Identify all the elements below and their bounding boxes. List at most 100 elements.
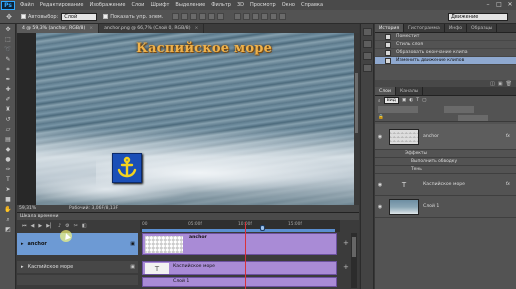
add-media-icon[interactable]: +: [343, 239, 349, 247]
stamp-tool-icon[interactable]: ♜: [2, 105, 14, 114]
layer-name[interactable]: anchor: [423, 134, 439, 139]
filter-shape-icon[interactable]: ▢: [422, 98, 426, 103]
crop-tool-icon[interactable]: ⌗: [2, 65, 14, 74]
tab-channels[interactable]: Каналы: [396, 87, 424, 95]
menu-window[interactable]: Окно: [279, 2, 298, 8]
close-icon[interactable]: ×: [89, 26, 93, 31]
zoom-tool-icon[interactable]: ⌕: [2, 215, 14, 224]
clip-anchor[interactable]: anchor: [142, 233, 337, 255]
show-controls-checkbox[interactable]: [103, 14, 109, 19]
fx-icon[interactable]: fx: [506, 182, 510, 187]
camera-icon[interactable]: ▣: [498, 81, 503, 87]
trash-icon[interactable]: 🗑: [506, 81, 512, 87]
track-header-anchor[interactable]: ▸ anchor ▣: [17, 233, 138, 255]
distribute-left-icon[interactable]: [261, 13, 269, 20]
film-icon[interactable]: ▣: [130, 264, 135, 270]
clip-layer1[interactable]: Слой 1: [142, 277, 337, 287]
layer-row-layer1[interactable]: ◉ Слой 1: [375, 196, 516, 218]
color-swatches-icon[interactable]: ◩: [2, 225, 14, 234]
next-frame-icon[interactable]: ▶▏: [46, 223, 54, 229]
zoom-level[interactable]: 59,31%: [17, 206, 39, 211]
eraser-tool-icon[interactable]: ▱: [2, 125, 14, 134]
transition-icon[interactable]: ◧: [82, 223, 87, 229]
dodge-tool-icon[interactable]: ●: [2, 155, 14, 164]
eyedropper-tool-icon[interactable]: ✒: [2, 75, 14, 84]
align-center-icon[interactable]: [208, 13, 216, 20]
audio-icon[interactable]: ♪: [58, 223, 61, 229]
playhead-handle[interactable]: [260, 225, 265, 231]
filter-adjust-icon[interactable]: ◐: [409, 98, 413, 103]
align-left-icon[interactable]: [199, 13, 207, 20]
snapshot-icon[interactable]: ◫: [490, 81, 495, 87]
track-header-sea[interactable]: ▸ Каспийское море ▣: [17, 261, 138, 273]
timeline-scrollbar[interactable]: [351, 233, 357, 288]
distribute-middle-icon[interactable]: [243, 13, 251, 20]
history-item[interactable]: Поместит: [375, 33, 516, 41]
layer-row-anchor[interactable]: ◉ anchor fx: [375, 124, 516, 150]
blend-mode-select[interactable]: [378, 106, 418, 113]
play-icon[interactable]: ▶: [38, 223, 42, 229]
document-canvas[interactable]: Каспийское море: [36, 33, 354, 205]
lock-icon[interactable]: 🔒: [378, 115, 384, 120]
type-tool-icon[interactable]: T: [2, 175, 14, 184]
distribute-center-icon[interactable]: [270, 13, 278, 20]
menu-layers[interactable]: Слои: [128, 2, 147, 8]
layer-name[interactable]: Каспийское море: [423, 182, 465, 187]
track-header-layer1[interactable]: [17, 275, 138, 285]
history-item-active[interactable]: Изменить движение клипов: [375, 57, 516, 65]
menu-view[interactable]: Просмотр: [247, 2, 279, 8]
path-select-tool-icon[interactable]: ➤: [2, 185, 14, 194]
fx-icon[interactable]: fx: [506, 134, 510, 139]
panel-icon[interactable]: [363, 28, 372, 36]
tab-histogram[interactable]: Гистограмма: [404, 24, 445, 32]
align-bottom-icon[interactable]: [190, 13, 198, 20]
eye-icon[interactable]: ◉: [375, 204, 385, 210]
distribute-top-icon[interactable]: [234, 13, 242, 20]
maximize-button[interactable]: □: [495, 1, 503, 8]
add-media-icon[interactable]: +: [343, 263, 349, 271]
history-item[interactable]: Стиль слоя: [375, 41, 516, 49]
menu-filter[interactable]: Фильтр: [208, 2, 234, 8]
prev-frame-icon[interactable]: ◀: [31, 223, 35, 229]
tab-history[interactable]: История: [375, 24, 405, 32]
align-top-icon[interactable]: [172, 13, 180, 20]
pen-tool-icon[interactable]: ✑: [2, 165, 14, 174]
history-brush-tool-icon[interactable]: ↺: [2, 115, 14, 124]
eye-icon[interactable]: ◉: [375, 134, 385, 140]
first-frame-icon[interactable]: ⏮: [22, 223, 27, 229]
tab-layers[interactable]: Слои: [375, 87, 396, 95]
layer-name[interactable]: Слой 1: [423, 204, 439, 209]
close-button[interactable]: ✕: [506, 1, 514, 8]
layer-row-sea[interactable]: ◉ T Каспийское море fx: [375, 174, 516, 196]
menu-file[interactable]: Файл: [17, 2, 37, 8]
history-item[interactable]: Образовать окончание клипа: [375, 49, 516, 57]
track-expand-icon[interactable]: ▸: [21, 264, 24, 270]
tab-info[interactable]: Инфо: [445, 24, 468, 32]
healing-tool-icon[interactable]: ✚: [2, 85, 14, 94]
autoselect-target-select[interactable]: Слой: [61, 12, 98, 21]
doc-tab-main[interactable]: 4 @ 59,3% (anchor, RGB/8) ×: [17, 24, 100, 33]
quick-select-tool-icon[interactable]: ✎: [2, 55, 14, 64]
filter-type-icon[interactable]: T: [416, 98, 419, 103]
opacity-field[interactable]: [444, 106, 474, 113]
layer-effect-stroke[interactable]: Выполнить обводку: [375, 158, 516, 166]
shape-tool-icon[interactable]: ■: [2, 195, 14, 204]
settings-icon[interactable]: ⚙: [65, 223, 69, 229]
blur-tool-icon[interactable]: ◆: [2, 145, 14, 154]
document-info[interactable]: Рабочий: 3,06F/8,13F: [39, 206, 118, 211]
autoselect-checkbox[interactable]: [21, 14, 26, 19]
track-expand-icon[interactable]: ▸: [21, 241, 24, 247]
move-tool-icon[interactable]: ✥: [2, 25, 14, 34]
time-ruler[interactable]: 00 05:00f 10:00f 15:00f: [140, 220, 340, 232]
layer-effect-shadow[interactable]: Тень: [375, 166, 516, 174]
move-tool-preset-icon[interactable]: ✥: [3, 12, 15, 22]
menu-type[interactable]: Шрифт: [147, 2, 172, 8]
menu-3d[interactable]: 3D: [234, 2, 247, 8]
align-right-icon[interactable]: [217, 13, 225, 20]
distribute-bottom-icon[interactable]: [252, 13, 260, 20]
panel-icon[interactable]: [363, 64, 372, 72]
menu-select[interactable]: Выделение: [172, 2, 208, 8]
lasso-tool-icon[interactable]: ➰: [2, 45, 14, 54]
layer-effects-group[interactable]: Эффекты: [375, 150, 516, 158]
layer-filter-select[interactable]: Вид: [383, 97, 399, 104]
